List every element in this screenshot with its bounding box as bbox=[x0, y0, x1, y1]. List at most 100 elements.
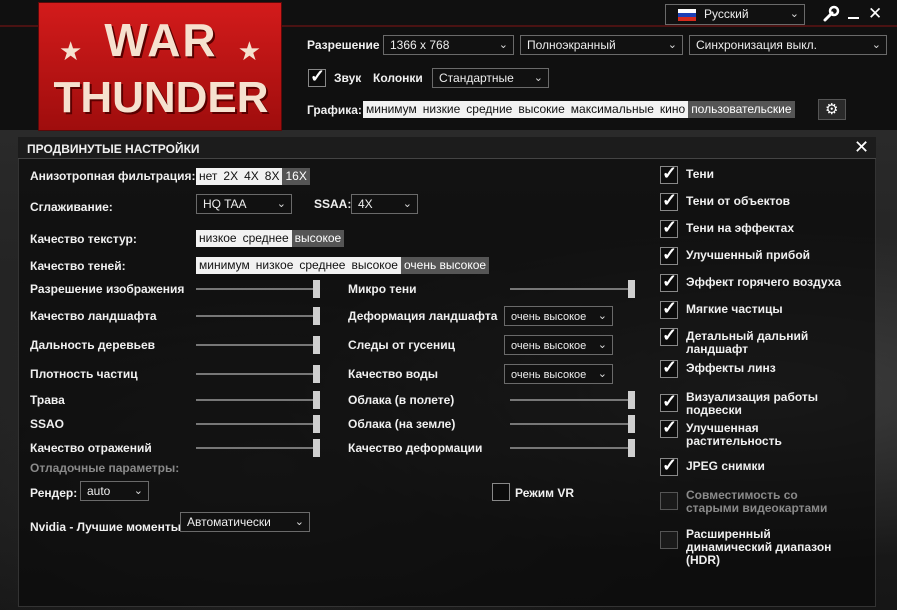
graphics-label: Графика: bbox=[307, 103, 362, 117]
close-icon[interactable]: ✕ bbox=[854, 137, 869, 158]
setting-slider-handle[interactable] bbox=[313, 336, 320, 354]
checkmark-icon: ✓ bbox=[662, 217, 678, 237]
option-checkbox[interactable]: ✓ bbox=[660, 455, 678, 476]
setting-slider-handle[interactable] bbox=[628, 280, 635, 298]
texture-quality-selector[interactable]: низкое среднее высокое bbox=[196, 230, 345, 247]
ssaa-value: 4X bbox=[358, 197, 373, 211]
chevron-down-icon: ⌄ bbox=[597, 339, 607, 351]
setting-slider-handle[interactable] bbox=[313, 365, 320, 383]
graphics-preset-option[interactable]: низкие bbox=[420, 101, 463, 118]
setting-slider-track[interactable] bbox=[196, 447, 320, 449]
checkmark-icon: ✓ bbox=[310, 66, 326, 86]
language-select[interactable]: Русский ⌄ bbox=[665, 4, 805, 25]
graphics-preset-option[interactable]: пользовательские bbox=[688, 101, 795, 118]
shadow-quality-option[interactable]: высокое bbox=[348, 257, 401, 274]
setting-slider-handle[interactable] bbox=[313, 307, 320, 325]
close-icon[interactable]: ✕ bbox=[868, 4, 882, 24]
setting-slider-handle[interactable] bbox=[628, 391, 635, 409]
setting-select[interactable]: очень высокое ⌄ bbox=[504, 306, 613, 326]
debug-params-label: Отладочные параметры: bbox=[30, 461, 180, 475]
shadow-quality-option[interactable]: очень высокое bbox=[400, 257, 490, 274]
aniso-label: Анизотропная фильтрация: bbox=[30, 169, 196, 183]
option-checkbox[interactable]: ✓ bbox=[660, 217, 678, 238]
graphics-preset-option[interactable]: минимум bbox=[363, 101, 420, 118]
option-checkbox[interactable]: ✓ bbox=[660, 357, 678, 378]
display-mode-select[interactable]: Полноэкранный ⌄ bbox=[520, 35, 683, 55]
setting-label: Облака (в полете) bbox=[348, 393, 455, 407]
setting-slider-handle[interactable] bbox=[313, 391, 320, 409]
aniso-option[interactable]: 8X bbox=[262, 168, 283, 185]
gear-icon: ⚙ bbox=[825, 101, 839, 118]
option-checkbox[interactable]: ✓ bbox=[660, 190, 678, 211]
setting-slider-handle[interactable] bbox=[313, 439, 320, 457]
checkmark-icon: ✓ bbox=[662, 190, 678, 210]
option-checkbox[interactable]: ✓ bbox=[660, 417, 678, 438]
option-checkbox[interactable]: ✓ bbox=[660, 271, 678, 292]
shadow-quality-selector[interactable]: минимум низкое среднее высокое очень высокое bbox=[196, 257, 490, 274]
chevron-down-icon: ⌄ bbox=[498, 39, 508, 51]
setting-slider-track[interactable] bbox=[196, 399, 320, 401]
graphics-preset-option[interactable]: кино bbox=[657, 101, 688, 118]
vr-mode-checkbox[interactable] bbox=[492, 483, 510, 501]
setting-select[interactable]: очень высокое ⌄ bbox=[504, 335, 613, 355]
shadow-quality-option[interactable]: среднее bbox=[296, 257, 348, 274]
option-checkbox[interactable]: ✓ bbox=[660, 244, 678, 265]
texture-quality-option[interactable]: высокое bbox=[291, 230, 345, 247]
nvidia-highlights-select[interactable]: Автоматически ⌄ bbox=[180, 512, 310, 532]
setting-slider-track[interactable] bbox=[196, 344, 320, 346]
aniso-option[interactable]: 16X bbox=[282, 168, 310, 185]
checkmark-icon: ✓ bbox=[662, 298, 678, 318]
option-checkbox[interactable] bbox=[660, 492, 678, 510]
aniso-option[interactable]: 2X bbox=[220, 168, 241, 185]
shadow-quality-option[interactable]: минимум bbox=[196, 257, 253, 274]
graphics-preset-option[interactable]: максимальные bbox=[568, 101, 657, 118]
setting-slider-track[interactable] bbox=[510, 423, 635, 425]
setting-select-value: очень высокое bbox=[511, 311, 587, 323]
render-value: auto bbox=[87, 484, 111, 498]
option-checkbox[interactable]: ✓ bbox=[660, 325, 678, 346]
ssaa-select[interactable]: 4X ⌄ bbox=[351, 194, 418, 214]
setting-select[interactable]: очень высокое ⌄ bbox=[504, 364, 613, 384]
vsync-select[interactable]: Синхронизация выкл. ⌄ bbox=[689, 35, 887, 55]
option-checkbox[interactable]: ✓ bbox=[660, 163, 678, 184]
graphics-preset-option[interactable]: высокие bbox=[515, 101, 567, 118]
setting-label: Качество деформации bbox=[348, 441, 483, 455]
setting-slider-track[interactable] bbox=[196, 423, 320, 425]
render-select[interactable]: auto ⌄ bbox=[80, 481, 149, 501]
setting-slider-track[interactable] bbox=[196, 315, 320, 317]
russian-flag-icon bbox=[678, 9, 696, 21]
wrench-icon[interactable] bbox=[822, 5, 840, 23]
setting-slider-handle[interactable] bbox=[628, 439, 635, 457]
option-checkbox[interactable] bbox=[660, 531, 678, 549]
texture-quality-option[interactable]: низкое bbox=[196, 230, 240, 247]
setting-slider-handle[interactable] bbox=[313, 280, 320, 298]
option-checkbox[interactable]: ✓ bbox=[660, 391, 678, 412]
graphics-preset-selector[interactable]: минимум низкие средние высокие максимальные к… bbox=[363, 101, 795, 118]
graphics-settings-button[interactable]: ⚙ bbox=[818, 99, 846, 120]
resolution-select[interactable]: 1366 x 768 ⌄ bbox=[383, 35, 514, 55]
aniso-option[interactable]: 4X bbox=[241, 168, 262, 185]
setting-slider-track[interactable] bbox=[196, 373, 320, 375]
setting-slider-track[interactable] bbox=[510, 288, 635, 290]
graphics-preset-option[interactable]: средние bbox=[463, 101, 515, 118]
shadow-quality-option[interactable]: низкое bbox=[253, 257, 297, 274]
aniso-option[interactable]: нет bbox=[196, 168, 220, 185]
checkmark-icon: ✓ bbox=[662, 455, 678, 475]
speakers-select[interactable]: Стандартные ⌄ bbox=[432, 68, 549, 88]
setting-slider-track[interactable] bbox=[510, 447, 635, 449]
setting-slider-handle[interactable] bbox=[628, 415, 635, 433]
antialiasing-select[interactable]: HQ TAA ⌄ bbox=[196, 194, 292, 214]
setting-label: Микро тени bbox=[348, 282, 417, 296]
setting-slider-handle[interactable] bbox=[313, 415, 320, 433]
setting-slider-track[interactable] bbox=[510, 399, 635, 401]
shadow-quality-label: Качество теней: bbox=[30, 259, 126, 273]
setting-slider-track[interactable] bbox=[196, 288, 320, 290]
option-label: Эффекты линз bbox=[686, 361, 776, 375]
texture-quality-option[interactable]: среднее bbox=[240, 230, 292, 247]
option-checkbox[interactable]: ✓ bbox=[660, 298, 678, 319]
vr-mode-label: Режим VR bbox=[515, 486, 574, 500]
aniso-selector[interactable]: нет 2X 4X 8X 16X bbox=[196, 168, 310, 185]
minimize-icon[interactable] bbox=[848, 17, 859, 19]
texture-quality-label: Качество текстур: bbox=[30, 232, 137, 246]
sound-checkbox[interactable]: ✓ bbox=[308, 66, 326, 87]
